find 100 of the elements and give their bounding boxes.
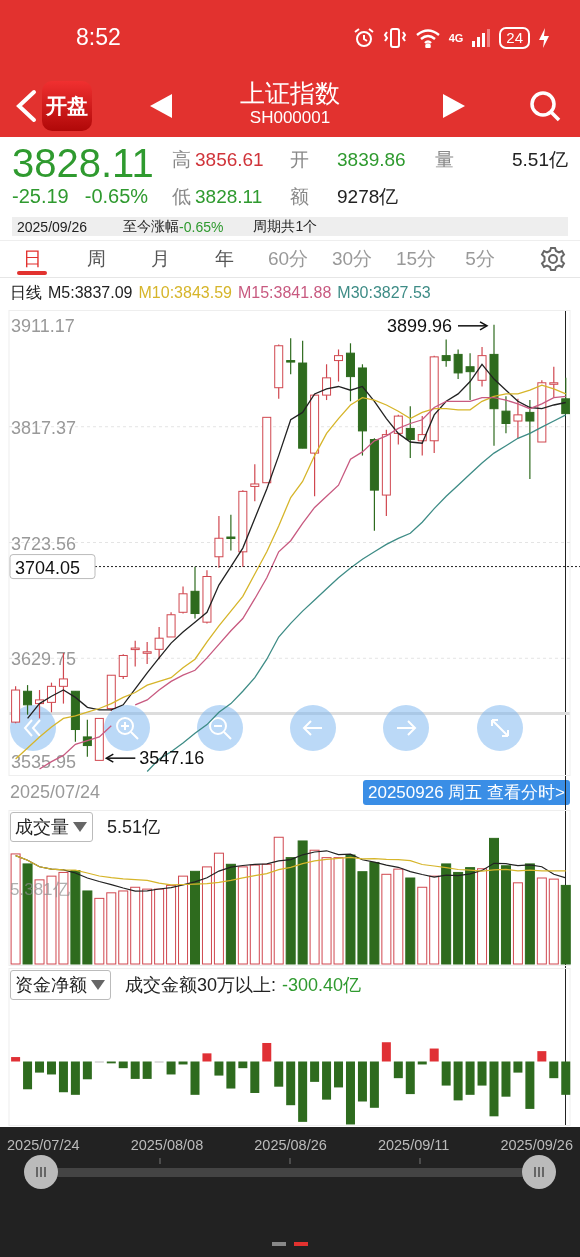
candlestick — [178, 585, 188, 615]
fund-flow-bar — [35, 1061, 44, 1073]
candlestick — [70, 690, 80, 743]
left-triangle-icon — [149, 93, 173, 119]
timeline-date: 2025/09/11 — [377, 1137, 450, 1153]
fund-flow-bar — [226, 1061, 236, 1089]
start-date: 2025/07/24 — [10, 781, 101, 803]
charging-icon — [538, 26, 550, 49]
chart-type-label: 日线 — [10, 282, 42, 303]
back-icon — [14, 88, 38, 124]
range-handle[interactable] — [522, 1155, 556, 1189]
grip-icon — [35, 1166, 47, 1178]
price-change: -25.19 — [12, 185, 69, 208]
candlestick — [82, 719, 92, 758]
candlestick — [11, 685, 21, 724]
previous-button[interactable] — [149, 93, 173, 119]
caret-icon — [90, 979, 106, 991]
fund-flow-bar — [274, 1061, 284, 1087]
fund-flow-bar — [262, 1043, 272, 1062]
period-tab[interactable]: 60分 — [256, 241, 320, 277]
range-handle[interactable] — [24, 1155, 58, 1189]
candlestick — [322, 363, 332, 401]
fund-flow-bar — [250, 1061, 260, 1093]
volume-reading: 5.51亿 — [107, 816, 161, 839]
fund-flow-bar — [190, 1061, 200, 1095]
arrow — [457, 321, 489, 331]
candlestick — [561, 377, 570, 415]
fund-flow-bar — [501, 1061, 511, 1097]
indicator-dropdown[interactable]: 成交量 — [10, 812, 93, 842]
candlestick — [94, 717, 104, 761]
field-label: 低 — [172, 184, 192, 209]
candlestick — [106, 674, 116, 712]
field-label: 量 — [435, 147, 455, 172]
back-button[interactable] — [14, 88, 38, 124]
candlestick — [417, 415, 427, 457]
network-type: 4G — [448, 31, 464, 44]
candlestick — [202, 569, 212, 624]
period-tab[interactable]: 15分 — [384, 241, 448, 277]
candlestick — [334, 348, 343, 383]
period-tab[interactable]: 5分 — [448, 241, 512, 277]
status-time: 8:52 — [76, 24, 121, 51]
fund-flow-bar — [561, 1061, 571, 1095]
timeline-date: 2025/08/26 — [254, 1137, 327, 1153]
fund-flow-bar — [214, 1061, 224, 1076]
field-value: 3856.61 — [195, 148, 265, 171]
right-triangle-icon — [442, 93, 466, 119]
period-tab[interactable]: 月 — [128, 241, 192, 277]
candlestick — [537, 379, 547, 443]
period-tab[interactable]: 年 — [192, 241, 256, 277]
period-tab[interactable]: 30分 — [320, 241, 384, 277]
period-tab[interactable]: 日 — [0, 241, 64, 277]
ref-line-label: 3704.05 — [15, 557, 81, 578]
fund-flow-bar — [322, 1061, 332, 1100]
period-count: 周期共1个 — [253, 217, 318, 236]
zoom-out-button[interactable] — [197, 705, 243, 751]
candlestick — [154, 626, 164, 660]
candlestick — [513, 398, 523, 439]
candlestick — [501, 395, 511, 434]
candlestick — [190, 566, 200, 620]
wifi-icon — [414, 27, 441, 48]
candlestick — [166, 611, 176, 638]
search-button[interactable] — [528, 89, 562, 123]
fund-flow-bar — [286, 1061, 296, 1106]
search-icon — [528, 89, 562, 123]
period-tab[interactable]: 周 — [64, 241, 128, 277]
settings-icon — [540, 246, 566, 272]
fund-flow-bar — [310, 1061, 320, 1082]
candlestick — [453, 348, 463, 380]
axis-label: 3817.37 — [11, 417, 77, 438]
zoom-in-icon — [114, 715, 140, 741]
fund-caption: 成交金额30万以上: — [125, 974, 277, 997]
fund-flow-bar — [23, 1061, 33, 1090]
crosshair-price: 3704.05 — [9, 554, 96, 580]
next-button[interactable] — [442, 93, 466, 119]
candlestick — [35, 689, 44, 719]
candlestick — [465, 352, 475, 401]
candlestick — [477, 346, 487, 388]
fund-flow-bar — [537, 1051, 547, 1062]
current-price: 3828.11 — [12, 141, 155, 185]
scroll-start-button[interactable] — [10, 705, 56, 751]
fund-flow-bar — [346, 1061, 355, 1125]
candlestick — [118, 653, 128, 680]
candlestick — [393, 414, 403, 446]
zoom-in-button[interactable] — [104, 705, 150, 751]
price-label: 3899.96 — [386, 315, 452, 336]
field-value: 9278亿 — [337, 184, 400, 209]
indicator-dropdown[interactable]: 资金净额 — [10, 970, 111, 1000]
fund-flow-bar — [82, 1061, 92, 1080]
candlestick — [142, 641, 152, 665]
fund-flow-bar — [417, 1061, 427, 1065]
candlestick — [130, 640, 140, 668]
candlestick — [441, 339, 451, 368]
intraday-link[interactable]: 20250926 周五 查看分时> — [363, 779, 570, 805]
battery-level: 24 — [499, 26, 530, 49]
candlestick — [346, 342, 355, 402]
timeline-date: 2025/07/24 — [7, 1137, 80, 1153]
axis-label: 3723.56 — [11, 533, 77, 554]
grip-icon — [533, 1166, 545, 1178]
fund-flow-bar — [202, 1053, 212, 1062]
fund-flow-bar — [130, 1061, 140, 1079]
